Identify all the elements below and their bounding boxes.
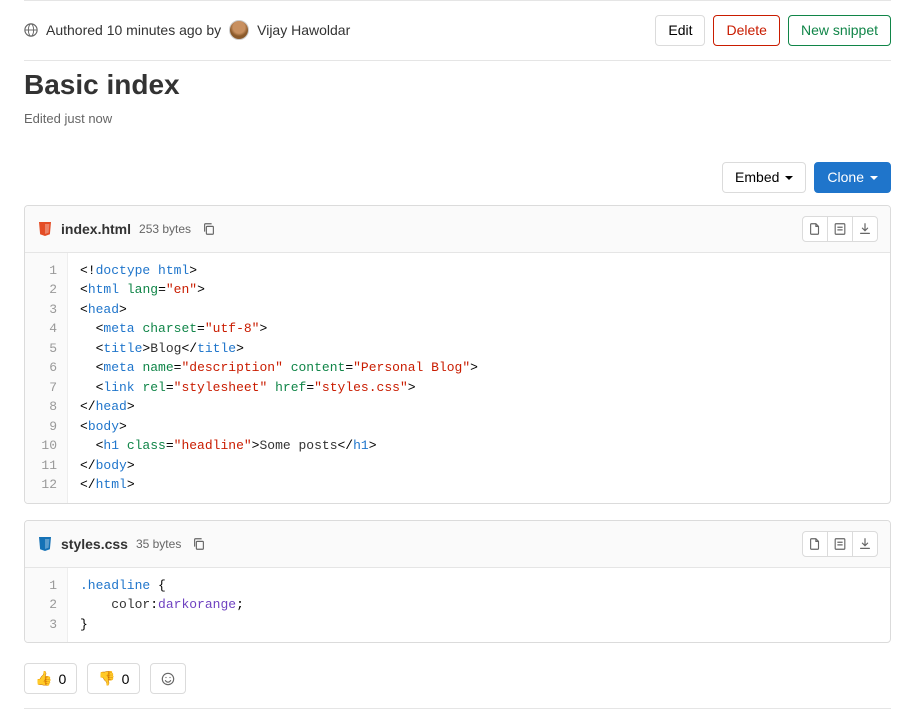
- copy-contents-button[interactable]: [802, 216, 828, 242]
- authored-text: Authored 10 minutes ago by: [46, 22, 221, 38]
- snippet-header: Authored 10 minutes ago by Vijay Hawolda…: [24, 1, 891, 60]
- line-numbers: 123456789101112: [25, 253, 68, 503]
- embed-dropdown[interactable]: Embed: [722, 162, 806, 193]
- reactions-bar: 👍 0 👎 0: [24, 659, 891, 708]
- view-raw-button[interactable]: [827, 216, 853, 242]
- code-content[interactable]: .headline { color:darkorange;}: [68, 568, 890, 643]
- edited-text: Edited just now: [24, 111, 891, 126]
- thumbs-down-button[interactable]: 👎 0: [87, 663, 140, 694]
- visibility-public-icon: [24, 23, 38, 37]
- file-header: styles.css 35 bytes: [25, 521, 890, 568]
- file-size: 253 bytes: [139, 222, 191, 236]
- thumbs-up-icon: 👍: [35, 670, 52, 687]
- code-content[interactable]: <!doctype html><html lang="en"><head> <m…: [68, 253, 890, 503]
- file-block: styles.css 35 bytes 123.headline { color:d…: [24, 520, 891, 644]
- thumbs-up-count: 0: [58, 671, 66, 687]
- clone-dropdown[interactable]: Clone: [814, 162, 891, 193]
- smiley-icon: [161, 671, 175, 687]
- file-header: index.html 253 bytes: [25, 206, 890, 253]
- file-name[interactable]: index.html: [61, 221, 131, 237]
- copy-contents-button[interactable]: [802, 531, 828, 557]
- edit-button[interactable]: Edit: [655, 15, 705, 46]
- add-reaction-button[interactable]: [150, 663, 186, 694]
- file-size: 35 bytes: [136, 537, 181, 551]
- copy-path-button[interactable]: [189, 534, 209, 554]
- author-name[interactable]: Vijay Hawoldar: [257, 22, 350, 38]
- delete-button[interactable]: Delete: [713, 15, 779, 46]
- line-numbers: 123: [25, 568, 68, 643]
- thumbs-up-button[interactable]: 👍 0: [24, 663, 77, 694]
- thumbs-down-icon: 👎: [98, 670, 115, 687]
- html5-icon: [37, 221, 53, 237]
- new-snippet-button[interactable]: New snippet: [788, 15, 891, 46]
- copy-path-button[interactable]: [199, 219, 219, 239]
- avatar[interactable]: [229, 20, 249, 40]
- file-block: index.html 253 bytes 123456789101112<!doct…: [24, 205, 891, 504]
- css3-icon: [37, 536, 53, 552]
- view-raw-button[interactable]: [827, 531, 853, 557]
- page-title: Basic index: [24, 69, 891, 101]
- download-button[interactable]: [852, 531, 878, 557]
- thumbs-down-count: 0: [122, 671, 130, 687]
- download-button[interactable]: [852, 216, 878, 242]
- file-name[interactable]: styles.css: [61, 536, 128, 552]
